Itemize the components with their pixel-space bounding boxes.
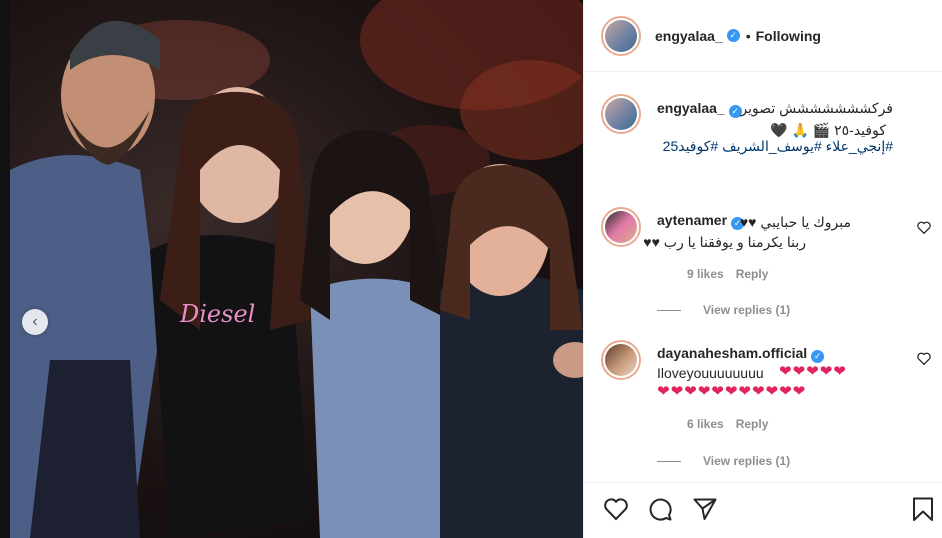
bookmark-icon xyxy=(913,497,933,521)
comment-author: dayanahesham.official ✓ xyxy=(657,345,825,363)
view-replies-label: View replies (1) xyxy=(703,303,791,317)
separator-dot: • xyxy=(745,27,751,44)
comment-author: aytenamer ✓ xyxy=(657,212,745,230)
comment-meta: 6 likes Reply xyxy=(687,417,768,431)
photo-illustration: Diesel xyxy=(10,0,583,538)
comment-like-button[interactable] xyxy=(917,221,931,237)
comment-item: dayanahesham.official ✓ Iloveyouuuuuuuu ❤… xyxy=(601,340,931,470)
comment-reply-button[interactable]: Reply xyxy=(736,267,769,281)
replies-divider xyxy=(657,460,681,462)
caption-hashtags[interactable]: #إنجي_علاء #يوسف_الشريف #كوفيد25 xyxy=(663,138,893,155)
comment-likes[interactable]: 9 likes xyxy=(687,267,724,281)
replies-divider xyxy=(657,309,681,311)
comment-bubble-icon xyxy=(649,498,672,521)
post-caption: engyalaa_ ✓ فركششششششش تصوير كوفيد-٢٥ 🎬 🙏… xyxy=(601,92,931,162)
instagram-post-view: Diesel ‹ engyalaa_ ✓ • Following engyala… xyxy=(0,0,942,538)
save-button[interactable] xyxy=(910,496,936,522)
post-details-panel: engyalaa_ ✓ • Following engyalaa_ ✓ فركشش… xyxy=(583,0,942,538)
header-meta: engyalaa_ ✓ • Following xyxy=(655,28,821,44)
comment-hearts-2: ❤❤❤❤❤❤❤❤❤❤❤ xyxy=(657,383,807,400)
background-edge xyxy=(0,0,10,538)
paper-plane-icon xyxy=(693,498,717,520)
post-action-bar xyxy=(584,482,942,538)
share-button[interactable] xyxy=(692,496,718,522)
post-photo[interactable]: Diesel ‹ xyxy=(10,0,583,538)
carousel-prev-button[interactable]: ‹ xyxy=(22,309,48,335)
caption-line-1: فركششششششش تصوير xyxy=(740,100,893,116)
caption-username[interactable]: engyalaa_ xyxy=(657,100,725,116)
chevron-left-icon: ‹ xyxy=(32,313,38,330)
comment-username[interactable]: dayanahesham.official xyxy=(657,345,807,361)
comment-item: aytenamer ✓ مبروك يا حبايبي ♥♥ ربنا يكرمن… xyxy=(601,207,931,319)
heart-outline-icon xyxy=(917,221,931,235)
like-button[interactable] xyxy=(603,496,629,522)
avatar-aytenamer[interactable] xyxy=(601,207,641,247)
following-button[interactable]: Following xyxy=(756,28,821,44)
comment-likes[interactable]: 6 likes xyxy=(687,417,724,431)
post-header: engyalaa_ ✓ • Following xyxy=(584,0,942,72)
heart-icon xyxy=(604,498,628,521)
svg-text:Diesel: Diesel xyxy=(179,300,255,328)
verified-badge-icon: ✓ xyxy=(726,29,740,42)
comment-reply-button[interactable]: Reply xyxy=(736,417,769,431)
view-replies-label: View replies (1) xyxy=(703,454,791,468)
avatar-dayanahesham[interactable] xyxy=(601,340,641,380)
comment-text-line-2: ربنا يكرمنا و يوفقنا يا رب ♥♥ xyxy=(643,234,806,250)
comment-text-line-1: مبروك يا حبايبي ♥♥ xyxy=(739,214,851,230)
view-replies-button[interactable]: View replies (1) xyxy=(657,303,790,317)
comment-meta: 9 likes Reply xyxy=(687,267,768,281)
comment-text-line-1: Iloveyouuuuuuuu xyxy=(657,365,764,381)
view-replies-button[interactable]: View replies (1) xyxy=(657,454,790,468)
caption-author: engyalaa_ ✓ xyxy=(657,100,742,118)
comment-like-button[interactable] xyxy=(917,352,931,368)
caption-line-2: كوفيد-٢٥ 🎬 🙏 🖤 xyxy=(770,122,886,138)
comment-button[interactable] xyxy=(647,496,673,522)
author-avatar[interactable] xyxy=(601,15,641,56)
caption-author-avatar[interactable] xyxy=(601,94,641,134)
heart-outline-icon xyxy=(917,352,931,366)
comment-hearts-1: ❤❤❤❤❤ xyxy=(779,363,847,380)
author-username[interactable]: engyalaa_ xyxy=(655,28,723,44)
comment-username[interactable]: aytenamer xyxy=(657,212,727,228)
